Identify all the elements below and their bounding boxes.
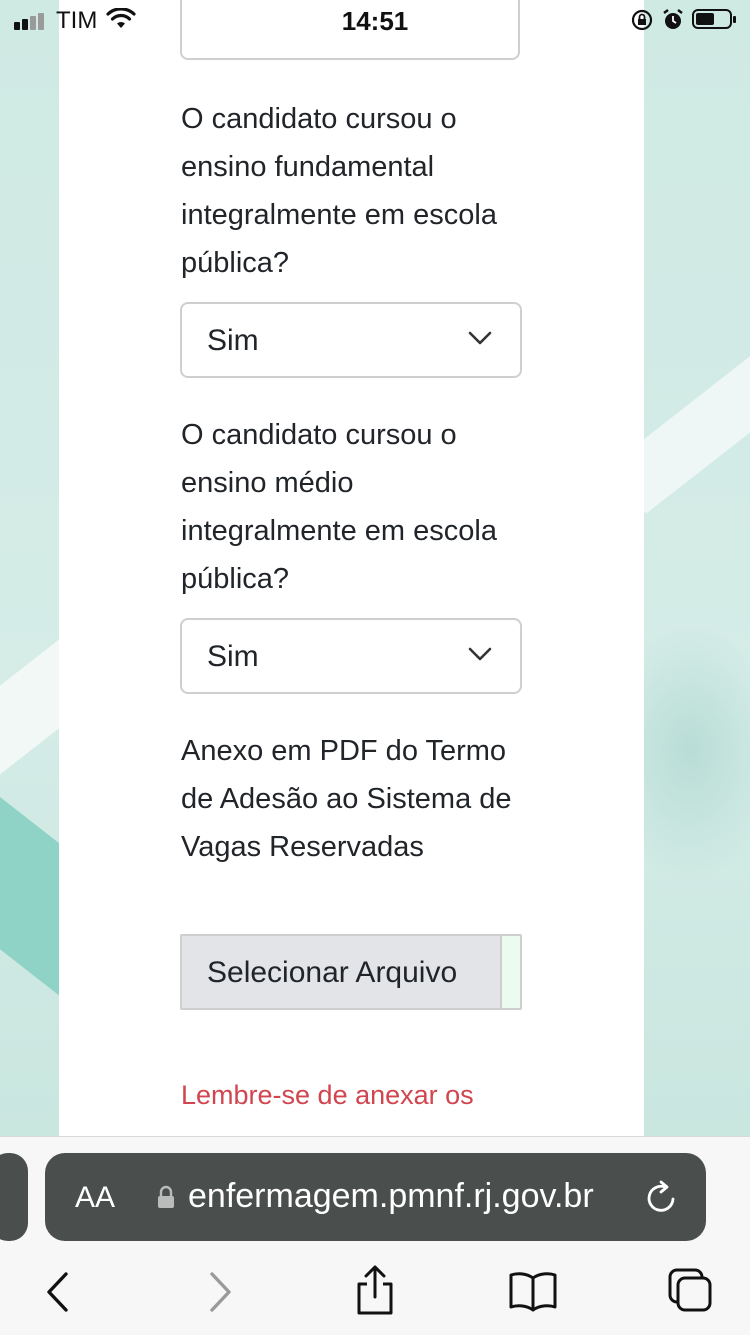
select-file-button[interactable]: Selecionar Arquivo <box>182 936 502 1008</box>
share-icon[interactable] <box>354 1264 396 1316</box>
attachment-label: Anexo em PDF do Termo de Adesão ao Siste… <box>181 735 512 863</box>
reload-icon[interactable] <box>645 1179 679 1215</box>
url-text: enfermagem.pmnf.rj.gov.br <box>188 1177 594 1215</box>
select-medio[interactable]: Sim <box>180 618 522 694</box>
previous-tab-preview[interactable] <box>0 1153 28 1241</box>
select-medio-value: Sim <box>207 640 259 673</box>
forward-icon[interactable] <box>206 1270 234 1314</box>
attachment-reminder: Lembre-se de anexar os <box>181 1080 474 1110</box>
rotation-lock-icon <box>631 9 653 31</box>
browser-toolbar <box>0 1252 750 1334</box>
chevron-down-icon <box>468 647 492 661</box>
text-size-button[interactable]: AA <box>75 1181 115 1215</box>
status-bar: TIM 14:51 <box>0 0 750 40</box>
select-fundamental[interactable]: Sim <box>180 302 522 378</box>
question-medio-label: O candidato cursou o ensino médio integr… <box>181 419 497 595</box>
form-card: O candidato cursou o ensino fundamental … <box>59 0 644 1136</box>
lock-icon <box>158 1185 174 1208</box>
battery-icon <box>692 9 736 29</box>
bookmarks-icon[interactable] <box>508 1270 558 1312</box>
address-bar[interactable]: AA enfermagem.pmnf.rj.gov.br <box>45 1153 706 1241</box>
alarm-icon <box>663 9 683 29</box>
question-fundamental-label: O candidato cursou o ensino fundamental … <box>181 103 497 279</box>
tabs-icon[interactable] <box>666 1266 714 1314</box>
select-fundamental-value: Sim <box>207 324 259 357</box>
back-icon[interactable] <box>44 1270 72 1314</box>
chevron-down-icon <box>468 331 492 345</box>
select-file-button-label: Selecionar Arquivo <box>207 956 458 989</box>
file-input[interactable]: Selecionar Arquivo <box>180 934 522 1010</box>
